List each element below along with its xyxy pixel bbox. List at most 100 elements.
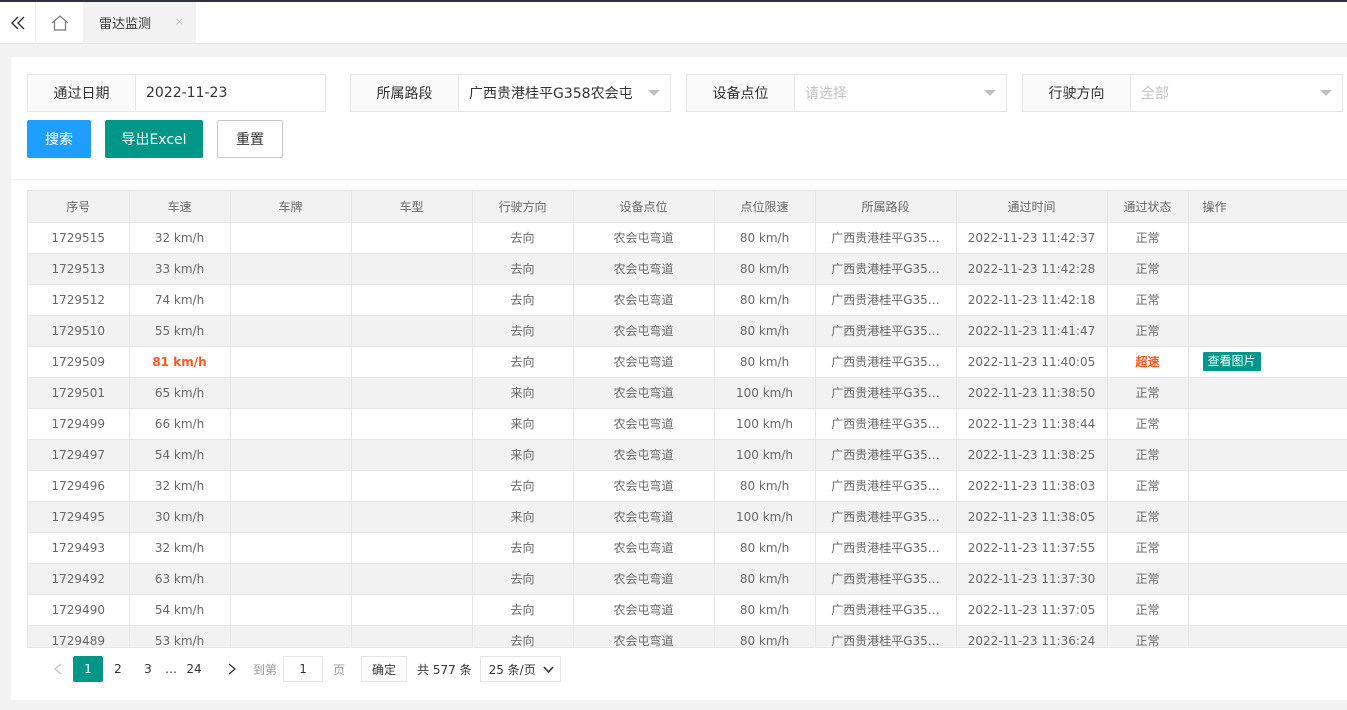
tab-radar-monitoring[interactable]: 雷达监测 × [84,2,196,43]
table-row[interactable]: 1729489 53 km/h 去向 农会屯弯道 80 km/h 广西贵港桂平G35… 20… [28,625,1347,647]
cell-id: 1729509 [28,346,130,378]
cell-limit: 80 km/h [714,253,816,285]
cell-type [351,284,473,316]
cell-type [351,532,473,564]
table-row[interactable]: 1729492 63 km/h 去向 农会屯弯道 80 km/h 广西贵港桂平G35… 20… [28,563,1347,595]
chevron-down-icon [542,666,554,674]
cell-speed: 81 km/h [129,346,231,378]
cell-plate [230,346,352,378]
cell-action: 查看图片 [1188,346,1347,378]
page-number[interactable]: 2 [103,656,133,682]
cell-speed: 66 km/h [129,408,231,440]
cell-action [1188,594,1347,626]
page-number[interactable]: 3 [133,656,163,682]
data-table-container[interactable]: 序号 车速 车牌 车型 行驶方向 设备点位 点位限速 所属路段 通过时间 通过状态 操作 17295… [27,190,1347,647]
table-row[interactable]: 1729513 33 km/h 去向 农会屯弯道 80 km/h 广西贵港桂平G35… 20… [28,253,1347,285]
table-row[interactable]: 1729509 81 km/h 去向 农会屯弯道 80 km/h 广西贵港桂平G35… 20… [28,346,1347,378]
goto-confirm-button[interactable]: 确定 [361,656,408,682]
cell-device: 农会屯弯道 [573,346,715,378]
column-header[interactable]: 点位限速 [714,191,816,223]
table-row[interactable]: 1729490 54 km/h 去向 农会屯弯道 80 km/h 广西贵港桂平G35… 20… [28,594,1347,626]
cell-road: 广西贵港桂平G35… [815,284,957,316]
cell-id: 1729492 [28,563,130,595]
cell-id: 1729497 [28,439,130,471]
page-last[interactable]: 24 [179,656,209,682]
column-header[interactable]: 通过时间 [956,191,1108,223]
cell-action [1188,532,1347,564]
table-row[interactable]: 1729501 65 km/h 来向 农会屯弯道 100 km/h 广西贵港桂平G35… 2… [28,377,1347,409]
cell-dir: 去向 [472,594,574,626]
page-number[interactable]: 1 [73,656,103,682]
direction-select-placeholder: 全部 [1141,86,1169,102]
cell-plate [230,470,352,502]
goto-label: 到第 [253,662,278,677]
cell-limit: 80 km/h [714,625,816,647]
cell-limit: 80 km/h [714,470,816,502]
column-header[interactable]: 车牌 [230,191,352,223]
cell-status: 正常 [1107,470,1189,502]
cell-road: 广西贵港桂平G35… [815,501,957,533]
table-row[interactable]: 1729497 54 km/h 来向 农会屯弯道 100 km/h 广西贵港桂平G35… 2… [28,439,1347,471]
close-icon[interactable]: × [175,15,184,28]
table-row[interactable]: 1729515 32 km/h 去向 农会屯弯道 80 km/h 广西贵港桂平G35… 20… [28,222,1347,254]
column-header[interactable]: 操作 [1188,191,1347,223]
page-size-value: 25 条/页 [488,662,536,677]
column-header[interactable]: 车速 [129,191,231,223]
tab-bar: 雷达监测 × [0,2,1347,44]
cell-device: 农会屯弯道 [573,439,715,471]
column-header[interactable]: 序号 [28,191,130,223]
cell-device: 农会屯弯道 [573,315,715,347]
device-select[interactable]: 请选择 [795,75,1006,111]
direction-select[interactable]: 全部 [1131,75,1342,111]
reset-button[interactable]: 重置 [217,120,283,158]
cell-time: 2022-11-23 11:37:55 [956,532,1108,564]
cell-action [1188,377,1347,409]
caret-down-icon [648,90,660,96]
caret-down-icon [984,90,996,96]
goto-page-input[interactable]: 1 [283,656,324,682]
cell-time: 2022-11-23 11:38:50 [956,377,1108,409]
cell-limit: 100 km/h [714,501,816,533]
table-row[interactable]: 1729512 74 km/h 去向 农会屯弯道 80 km/h 广西贵港桂平G35… 20… [28,284,1347,316]
road-select[interactable]: 广西贵港桂平G358农会屯 [459,75,670,111]
total-count: 共 577 条 [417,662,472,677]
table-row[interactable]: 1729495 30 km/h 来向 农会屯弯道 100 km/h 广西贵港桂平G35… 2… [28,501,1347,533]
cell-action [1188,470,1347,502]
cell-limit: 80 km/h [714,346,816,378]
table-row[interactable]: 1729493 32 km/h 去向 农会屯弯道 80 km/h 广西贵港桂平G35… 20… [28,532,1347,564]
next-page-button[interactable] [217,656,247,682]
column-header[interactable]: 设备点位 [573,191,715,223]
column-header[interactable]: 车型 [351,191,473,223]
table-row[interactable]: 1729499 66 km/h 来向 农会屯弯道 100 km/h 广西贵港桂平G35… 2… [28,408,1347,440]
table-row[interactable]: 1729496 32 km/h 去向 农会屯弯道 80 km/h 广西贵港桂平G35… 20… [28,470,1347,502]
cell-limit: 80 km/h [714,222,816,254]
cell-status: 正常 [1107,408,1189,440]
cell-device: 农会屯弯道 [573,501,715,533]
cell-time: 2022-11-23 11:38:05 [956,501,1108,533]
export-excel-button[interactable]: 导出Excel [105,120,203,158]
column-header[interactable]: 通过状态 [1107,191,1189,223]
collapse-sidebar-button[interactable] [0,2,36,43]
table-row[interactable]: 1729510 55 km/h 去向 农会屯弯道 80 km/h 广西贵港桂平G35… 20… [28,315,1347,347]
column-header[interactable]: 行驶方向 [472,191,574,223]
cell-dir: 来向 [472,439,574,471]
date-input[interactable]: 2022-11-23 [136,75,325,111]
search-button[interactable]: 搜索 [27,120,91,158]
cell-limit: 80 km/h [714,284,816,316]
cell-speed: 30 km/h [129,501,231,533]
cell-plate [230,532,352,564]
column-header[interactable]: 所属路段 [815,191,957,223]
cell-time: 2022-11-23 11:36:24 [956,625,1108,647]
device-select-placeholder: 请选择 [805,86,847,102]
tab-home[interactable] [36,2,84,43]
cell-id: 1729493 [28,532,130,564]
page-size-select[interactable]: 25 条/页 [479,656,561,682]
cell-road: 广西贵港桂平G35… [815,315,957,347]
view-image-button[interactable]: 查看图片 [1202,352,1261,371]
cell-speed: 63 km/h [129,563,231,595]
filter-road-label: 所属路段 [351,75,459,111]
cell-plate [230,501,352,533]
cell-device: 农会屯弯道 [573,222,715,254]
road-select-value: 广西贵港桂平G358农会屯 [469,86,633,102]
prev-page-button[interactable] [43,656,73,682]
